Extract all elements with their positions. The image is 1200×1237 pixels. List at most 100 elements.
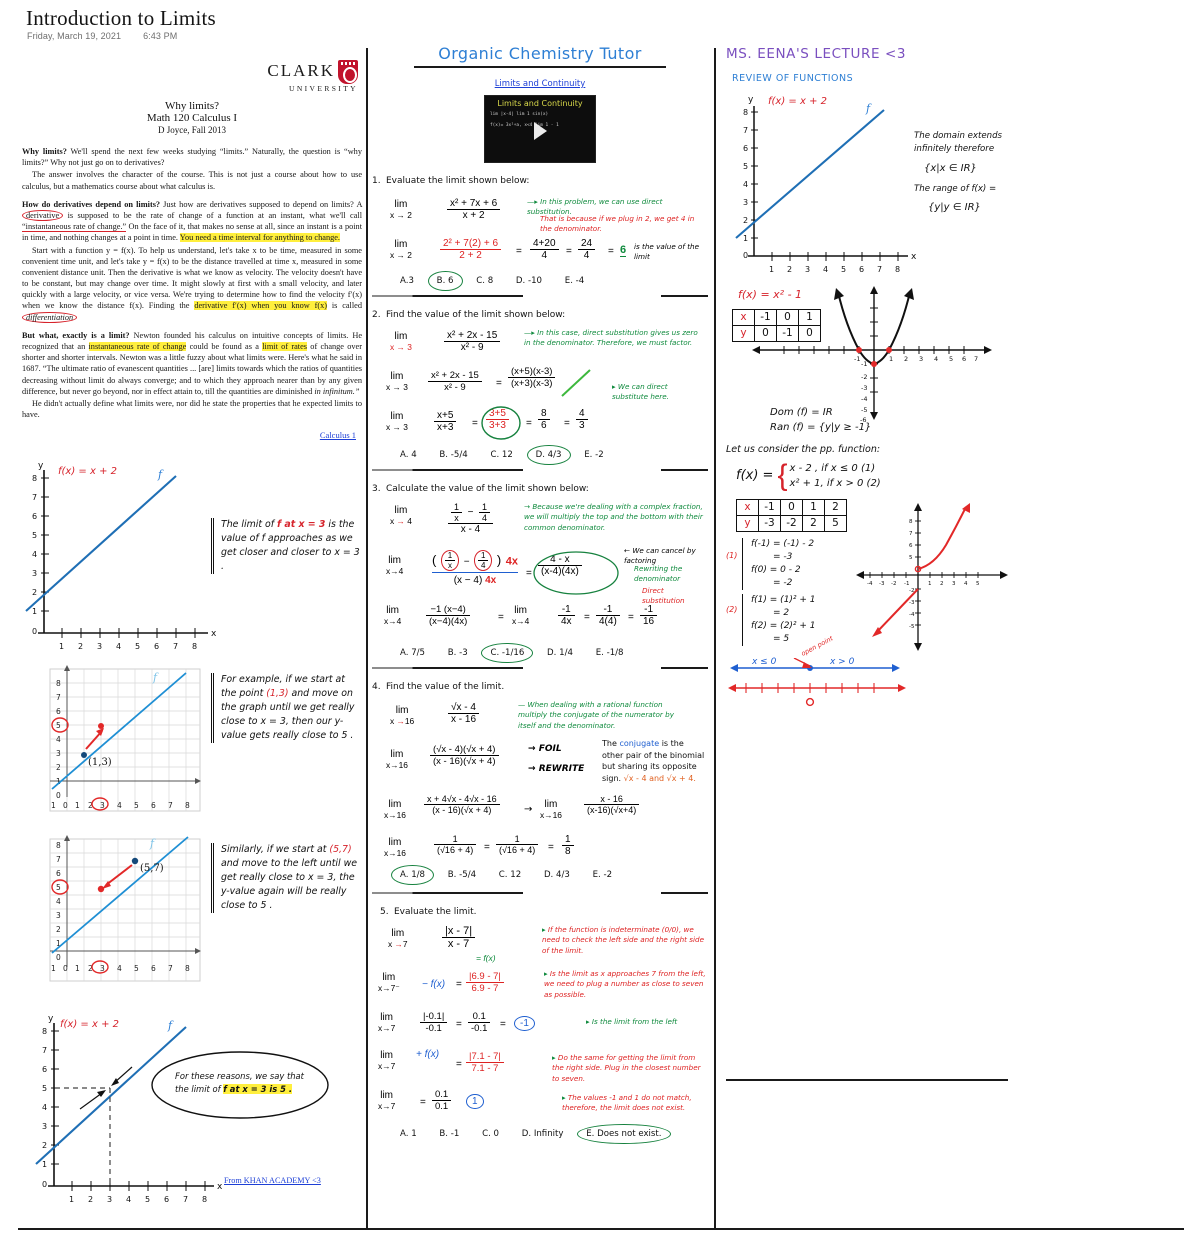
- q4-choice-a[interactable]: A. 1/8: [390, 865, 435, 885]
- table-row-x: x -1 0 1 2: [736, 498, 847, 516]
- parabola-dom: Dom (f) = IR: [770, 407, 833, 418]
- pw-calc1-label: (1): [726, 550, 738, 560]
- svg-text:-1: -1: [861, 360, 867, 368]
- svg-text:8: 8: [909, 519, 913, 525]
- svg-text:1: 1: [928, 581, 932, 587]
- q5-lim-sub: x →7: [388, 938, 408, 949]
- title-underline: [414, 66, 666, 68]
- q3-numerator: 1x − 14: [448, 502, 493, 524]
- piecewise-number-lines: x ≤ 0 x > 0 open point: [726, 635, 1022, 714]
- q2-num-2: x² + 2x - 15: [428, 370, 482, 382]
- q3-choice-e[interactable]: E. -1/8: [596, 648, 624, 658]
- svg-text:1: 1: [743, 234, 748, 243]
- q1-lim2-sub: x → 2: [390, 249, 412, 260]
- svg-text:2: 2: [787, 265, 792, 274]
- pw-x-2: 0: [780, 498, 803, 516]
- play-icon[interactable]: [534, 122, 547, 140]
- q3-note-1: Because we're dealing with a complex fra…: [524, 502, 703, 532]
- q4-step5-d: (√16 + 4): [499, 845, 536, 855]
- q1-eq1-bot: 4: [541, 250, 548, 261]
- q3-lim4: lim: [514, 605, 527, 616]
- q1-eq2-bot: 4: [583, 250, 590, 261]
- q1-choice-e[interactable]: E. -4: [565, 276, 584, 286]
- q5-lim2-sub: x→7⁻: [378, 982, 400, 993]
- khan-academy-link[interactable]: From KHAN ACADEMY <3: [224, 1176, 321, 1185]
- q5-choice-b[interactable]: B. -1: [439, 1129, 459, 1139]
- q1-choice-d[interactable]: D. -10: [516, 276, 542, 286]
- svg-text:5: 5: [135, 642, 140, 651]
- q4-choice-b[interactable]: B. -5/4: [448, 870, 476, 880]
- right-graph1-equation: f(x) = x + 2: [768, 96, 827, 107]
- q5-denominator: x - 7: [447, 938, 470, 950]
- svg-text:5: 5: [32, 531, 37, 540]
- q3-cancel-den: (x−4)(4x): [429, 616, 468, 627]
- q5-choice-d[interactable]: D. Infinity: [522, 1129, 564, 1139]
- svg-text:1: 1: [59, 642, 64, 651]
- svg-text:6: 6: [32, 512, 37, 521]
- q3-choice-b[interactable]: B. -3: [448, 648, 468, 658]
- graph4-note: For these reasons, we say that the limit…: [175, 1070, 317, 1097]
- highlight-time-interval: You need a time interval for anything to…: [179, 233, 340, 243]
- q4-choice-e[interactable]: E. -2: [593, 870, 612, 880]
- pw-y-4: 5: [824, 514, 847, 532]
- q1-choice-c[interactable]: C. 8: [476, 276, 493, 286]
- q2-choice-b[interactable]: B. -5/4: [439, 450, 467, 460]
- q5-lim4: lim: [380, 1050, 393, 1061]
- q4-rewrite: REWRITE: [538, 764, 585, 774]
- interval-left-label: x ≤ 0: [752, 657, 777, 668]
- video-thumbnail[interactable]: Limits and Continuity lim |x-4| lim 1 si…: [484, 95, 596, 163]
- svg-text:6: 6: [962, 355, 966, 363]
- q1-note-2: That is because if we plug in 2, we get …: [540, 214, 695, 234]
- svg-text:-2: -2: [891, 581, 896, 587]
- q2-factored-num: (x+5)(x-3): [508, 366, 556, 378]
- svg-text:0: 0: [63, 964, 68, 973]
- pw-y-1: -3: [758, 514, 781, 532]
- q2-denominator: x² - 9: [460, 342, 484, 353]
- svg-text:-4: -4: [909, 612, 915, 618]
- svg-text:4: 4: [117, 964, 122, 973]
- heading-what-is-limit: But what, exactly is a limit?: [22, 330, 130, 340]
- middle-column: Organic Chemistry Tutor Limits and Conti…: [372, 44, 708, 1144]
- paper-title: Why limits?: [164, 100, 220, 112]
- q1-lim-sub: x → 2: [390, 209, 412, 220]
- q2-final-top: 4: [576, 408, 588, 420]
- p1-text: We'll spend the next few weeks studying …: [22, 147, 362, 168]
- time-text: 6:43 PM: [143, 31, 178, 41]
- q1-choice-b[interactable]: B. 6: [427, 271, 463, 291]
- pw-y-3: 2: [802, 514, 825, 532]
- q5-lim: lim: [391, 928, 405, 939]
- svg-text:0: 0: [743, 251, 748, 260]
- question-3-text: Calculate the value of the limit shown b…: [386, 484, 589, 494]
- date-text: Friday, March 19, 2021: [27, 31, 122, 41]
- q2-choice-a[interactable]: A. 4: [400, 450, 417, 460]
- graph1-f-label: f: [157, 468, 164, 481]
- q4-separator: [372, 892, 708, 894]
- svg-text:8: 8: [56, 841, 61, 850]
- q3-choice-a[interactable]: A. 7/5: [400, 648, 425, 658]
- p3-a: Just how are derivatives supposed to dep…: [163, 199, 362, 209]
- q4-lim: lim: [395, 705, 409, 716]
- q5-choice-c[interactable]: C. 0: [482, 1129, 499, 1139]
- svg-text:5: 5: [743, 162, 748, 171]
- q5-choice-e[interactable]: E. Does not exist.: [577, 1124, 671, 1144]
- question-3-prompt: 3. Calculate the value of the limit shown…: [372, 484, 708, 494]
- q5-choice-a[interactable]: A. 1: [400, 1129, 417, 1139]
- q4-choice-c[interactable]: C. 12: [499, 870, 521, 880]
- p3-b: is supposed to be the rate of change of …: [67, 210, 362, 220]
- svg-text:2: 2: [78, 642, 83, 651]
- q2-choice-d[interactable]: D. 4/3: [526, 445, 571, 465]
- q1-choice-a[interactable]: A.3: [400, 276, 414, 286]
- q2-choice-c[interactable]: C. 12: [490, 450, 512, 460]
- q3-choice-d[interactable]: D. 1/4: [547, 648, 573, 658]
- p4-b: is called: [331, 301, 363, 311]
- q2-choice-e[interactable]: E. -2: [584, 450, 603, 460]
- q4-lim5-sub: x→16: [384, 847, 406, 858]
- q2-lim: lim: [394, 331, 408, 342]
- q3-choice-c[interactable]: C. -1/16: [481, 643, 534, 663]
- q4-choice-d[interactable]: D. 4/3: [544, 870, 570, 880]
- limits-continuity-link[interactable]: Limits and Continuity: [372, 79, 708, 89]
- q4-lim3-sub: x→16: [384, 809, 406, 820]
- q4-lim2: lim: [390, 749, 404, 760]
- calculus-1-link[interactable]: Calculus 1: [320, 430, 356, 440]
- q4-lim2-sub: x→16: [386, 759, 408, 770]
